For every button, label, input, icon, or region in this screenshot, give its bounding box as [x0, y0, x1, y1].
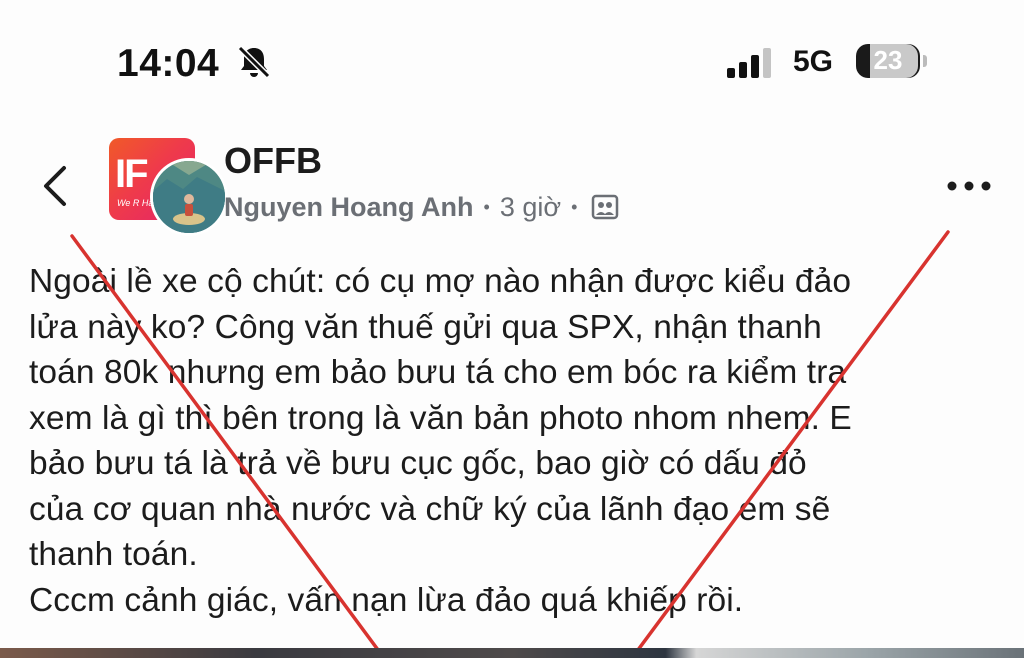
- battery-icon: 23: [856, 44, 920, 78]
- signal-bars-icon: [727, 48, 771, 78]
- back-chevron-icon[interactable]: [36, 160, 76, 212]
- meta-separator: •: [483, 196, 490, 217]
- post-time[interactable]: 3 giờ: [500, 192, 561, 223]
- author-avatar[interactable]: [150, 158, 228, 236]
- battery-percent: 23: [873, 45, 903, 75]
- group-name[interactable]: OFFB: [224, 140, 322, 182]
- post-meta: Nguyen Hoang Anh • 3 giờ •: [224, 190, 619, 224]
- status-bar: 14:04 5G 23: [0, 0, 1024, 110]
- bell-slash-icon: [237, 45, 271, 79]
- meta-separator: •: [571, 196, 578, 217]
- group-photo-icon: [592, 194, 619, 220]
- next-post-preview-strip: [0, 648, 1024, 658]
- author-photo-icon: [153, 161, 225, 233]
- post-body: Ngoài lề xe cộ chút: có cụ mợ nào nhận đ…: [29, 263, 852, 619]
- group-avatar-subtext: We R Ha: [117, 198, 154, 208]
- status-time: 14:04: [117, 42, 220, 85]
- battery-tip: [923, 55, 927, 67]
- network-type: 5G: [793, 45, 834, 78]
- group-avatar-text: IF: [115, 152, 149, 196]
- more-dots-icon[interactable]: [944, 178, 994, 194]
- author-name[interactable]: Nguyen Hoang Anh: [224, 192, 474, 223]
- phone-screen: 14:04 5G 23 IF We R Ha OFFB Nguyen Hoang…: [0, 0, 1024, 658]
